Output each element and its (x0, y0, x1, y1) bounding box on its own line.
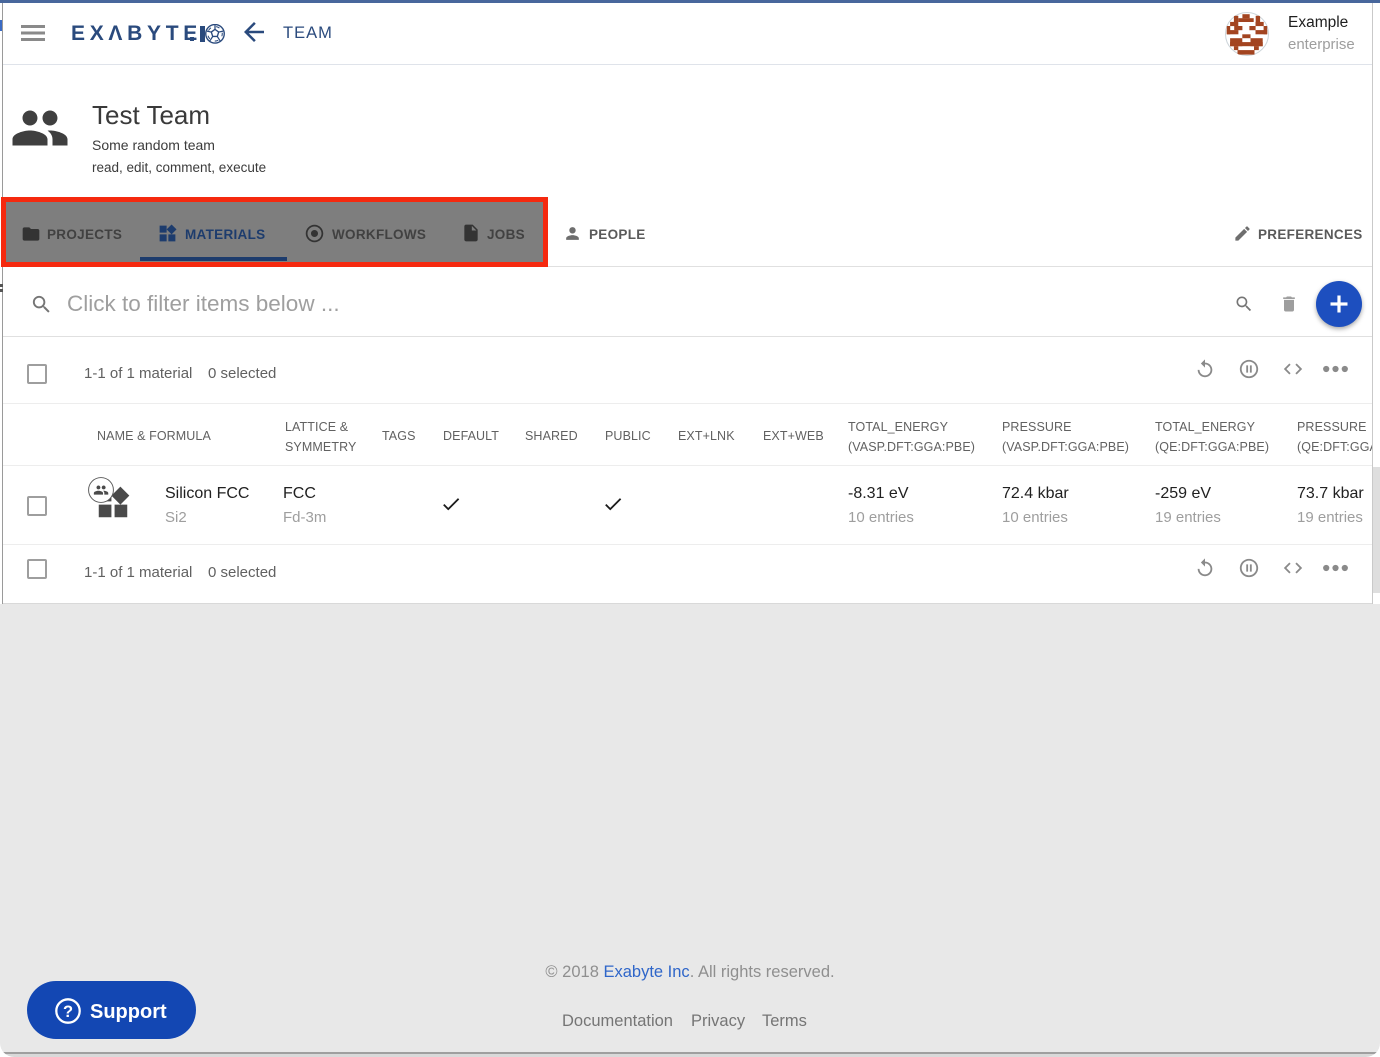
svg-text:?: ? (63, 1003, 73, 1021)
